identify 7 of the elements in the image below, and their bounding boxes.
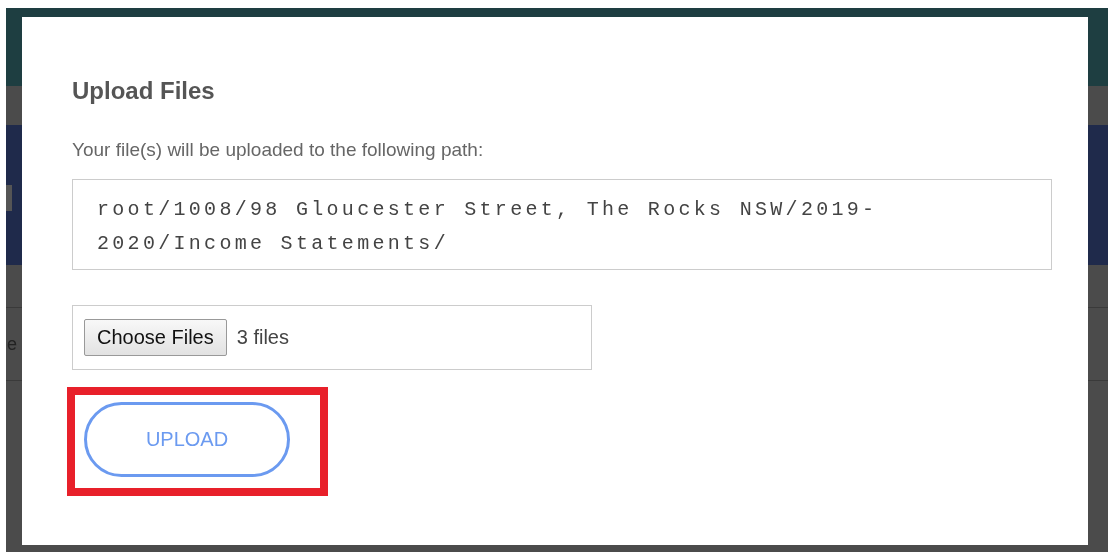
dialog-title: Upload Files [72, 77, 215, 105]
tab-marker [6, 185, 12, 211]
description-text: Your file(s) will be uploaded to the following path: [72, 139, 484, 161]
file-count-text: 3 files [236, 326, 289, 349]
choose-files-button[interactable]: Choose Files [84, 319, 227, 356]
file-input[interactable]: Choose Files 3 files [72, 305, 592, 370]
path-field: root/1008/98 Gloucester Street, The Rocks NSW/2019-2020/Income Statements/ [72, 179, 1052, 270]
